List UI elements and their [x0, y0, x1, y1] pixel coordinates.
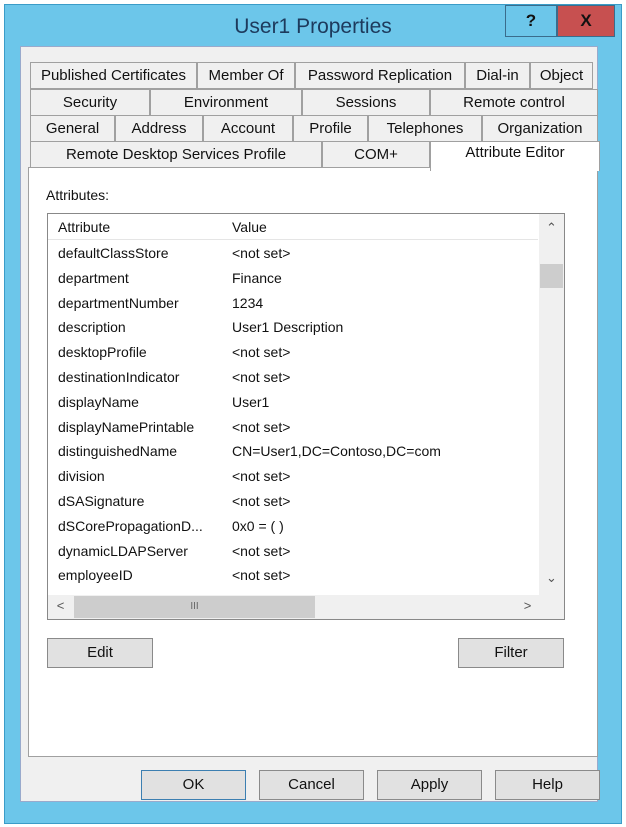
attribute-value: <not set> — [232, 245, 291, 261]
attributes-list[interactable]: Attribute Value defaultClassStore <not se… — [47, 213, 565, 620]
attribute-name: distinguishedName — [58, 443, 178, 460]
attribute-value: 0x0 = ( ) — [232, 517, 284, 534]
tab-published-certificates[interactable]: Published Certificates — [30, 62, 197, 89]
attribute-name: displayNamePrintable — [58, 418, 195, 435]
attribute-value: <not set> — [232, 369, 291, 385]
tab-telephones[interactable]: Telephones — [368, 115, 482, 142]
tab-com[interactable]: COM+ — [322, 141, 430, 168]
tab-password-replication[interactable]: Password Replication — [295, 62, 465, 89]
tab-security[interactable]: Security — [30, 89, 150, 116]
attribute-name: employeeID — [58, 567, 133, 584]
table-row[interactable]: division <not set> — [48, 465, 538, 489]
attribute-value: <not set> — [232, 418, 291, 435]
attribute-name: destinationIndicator — [58, 369, 180, 385]
attribute-name: defaultClassStore — [58, 245, 169, 261]
attribute-name: division — [58, 468, 105, 485]
list-header: Attribute Value — [48, 214, 538, 240]
cancel-button[interactable]: Cancel — [259, 770, 364, 800]
attributes-label: Attributes: — [46, 187, 110, 203]
attribute-value: User1 Description — [232, 319, 344, 336]
scroll-down-icon[interactable]: ⌄ — [539, 570, 564, 586]
scroll-right-icon[interactable]: > — [515, 598, 540, 613]
table-row[interactable]: displayName User1 — [48, 391, 538, 415]
tab-profile[interactable]: Profile — [293, 115, 368, 142]
tab-attribute-editor[interactable]: Attribute Editor — [430, 141, 600, 171]
table-row[interactable]: departmentNumber 1234 — [48, 292, 538, 316]
attribute-name: department — [58, 269, 129, 286]
tab-organization[interactable]: Organization — [482, 115, 598, 142]
tab-object[interactable]: Object — [530, 62, 593, 89]
tab-remote-desktop-services-profile[interactable]: Remote Desktop Services Profile — [30, 141, 322, 168]
table-row[interactable]: displayNamePrintable <not set> — [48, 416, 538, 440]
tab-sessions[interactable]: Sessions — [302, 89, 430, 116]
tab-dial-in[interactable]: Dial-in — [465, 62, 530, 89]
scroll-left-icon[interactable]: < — [48, 598, 73, 613]
attribute-value: <not set> — [232, 468, 291, 485]
vertical-scroll-thumb[interactable] — [540, 264, 563, 288]
attribute-name: displayName — [58, 393, 139, 410]
edit-button[interactable]: Edit — [47, 638, 153, 668]
tab-environment[interactable]: Environment — [150, 89, 302, 116]
attribute-value: 1234 — [232, 294, 264, 311]
table-row[interactable]: description User1 Description — [48, 316, 538, 340]
table-row[interactable]: employeeID <not set> — [48, 564, 538, 588]
attribute-value: Finance — [232, 269, 282, 286]
attribute-value: <not set> — [232, 567, 291, 584]
table-row[interactable]: destinationIndicator <not set> — [48, 366, 538, 390]
horizontal-scrollbar[interactable]: < III > — [48, 595, 540, 619]
attribute-value: <not set> — [232, 493, 291, 509]
attribute-name: dSCorePropagationD... — [58, 517, 203, 534]
table-row[interactable]: defaultClassStore <not set> — [48, 242, 538, 266]
vertical-scrollbar[interactable]: ⌃ ⌄ — [539, 214, 564, 596]
table-row[interactable]: desktopProfile <not set> — [48, 341, 538, 365]
attribute-value: CN=User1,DC=Contoso,DC=com — [232, 443, 441, 460]
tab-general[interactable]: General — [30, 115, 115, 142]
column-header-value[interactable]: Value — [232, 219, 267, 235]
attribute-value: User1 — [232, 393, 270, 410]
attribute-value: <not set> — [232, 344, 291, 361]
apply-button[interactable]: Apply — [377, 770, 482, 800]
attribute-name: dSASignature — [58, 493, 145, 509]
tab-account[interactable]: Account — [203, 115, 293, 142]
tab-remote-control[interactable]: Remote control — [430, 89, 598, 116]
tab-member-of[interactable]: Member Of — [197, 62, 295, 89]
table-row[interactable]: department Finance — [48, 267, 538, 291]
table-row[interactable]: dSCorePropagationD... 0x0 = ( ) — [48, 515, 538, 539]
column-header-attribute[interactable]: Attribute — [58, 219, 110, 235]
horizontal-scroll-thumb[interactable]: III — [74, 596, 315, 618]
help-bottom-button[interactable]: Help — [495, 770, 600, 800]
tab-address[interactable]: Address — [115, 115, 203, 142]
scroll-up-icon[interactable]: ⌃ — [539, 220, 564, 236]
attribute-name: desktopProfile — [58, 344, 147, 361]
table-row[interactable]: distinguishedName CN=User1,DC=Contoso,DC=… — [48, 440, 538, 464]
attribute-name: description — [58, 319, 126, 336]
help-button[interactable]: ? — [505, 5, 557, 37]
attribute-name: dynamicLDAPServer — [58, 542, 188, 559]
table-row[interactable]: dSASignature <not set> — [48, 490, 538, 514]
attribute-value: <not set> — [232, 542, 291, 559]
ok-button[interactable]: OK — [141, 770, 246, 800]
table-row[interactable]: dynamicLDAPServer <not set> — [48, 540, 538, 564]
attribute-name: departmentNumber — [58, 294, 179, 311]
filter-button[interactable]: Filter — [458, 638, 564, 668]
scroll-corner — [539, 595, 564, 619]
close-button[interactable]: X — [557, 5, 615, 37]
